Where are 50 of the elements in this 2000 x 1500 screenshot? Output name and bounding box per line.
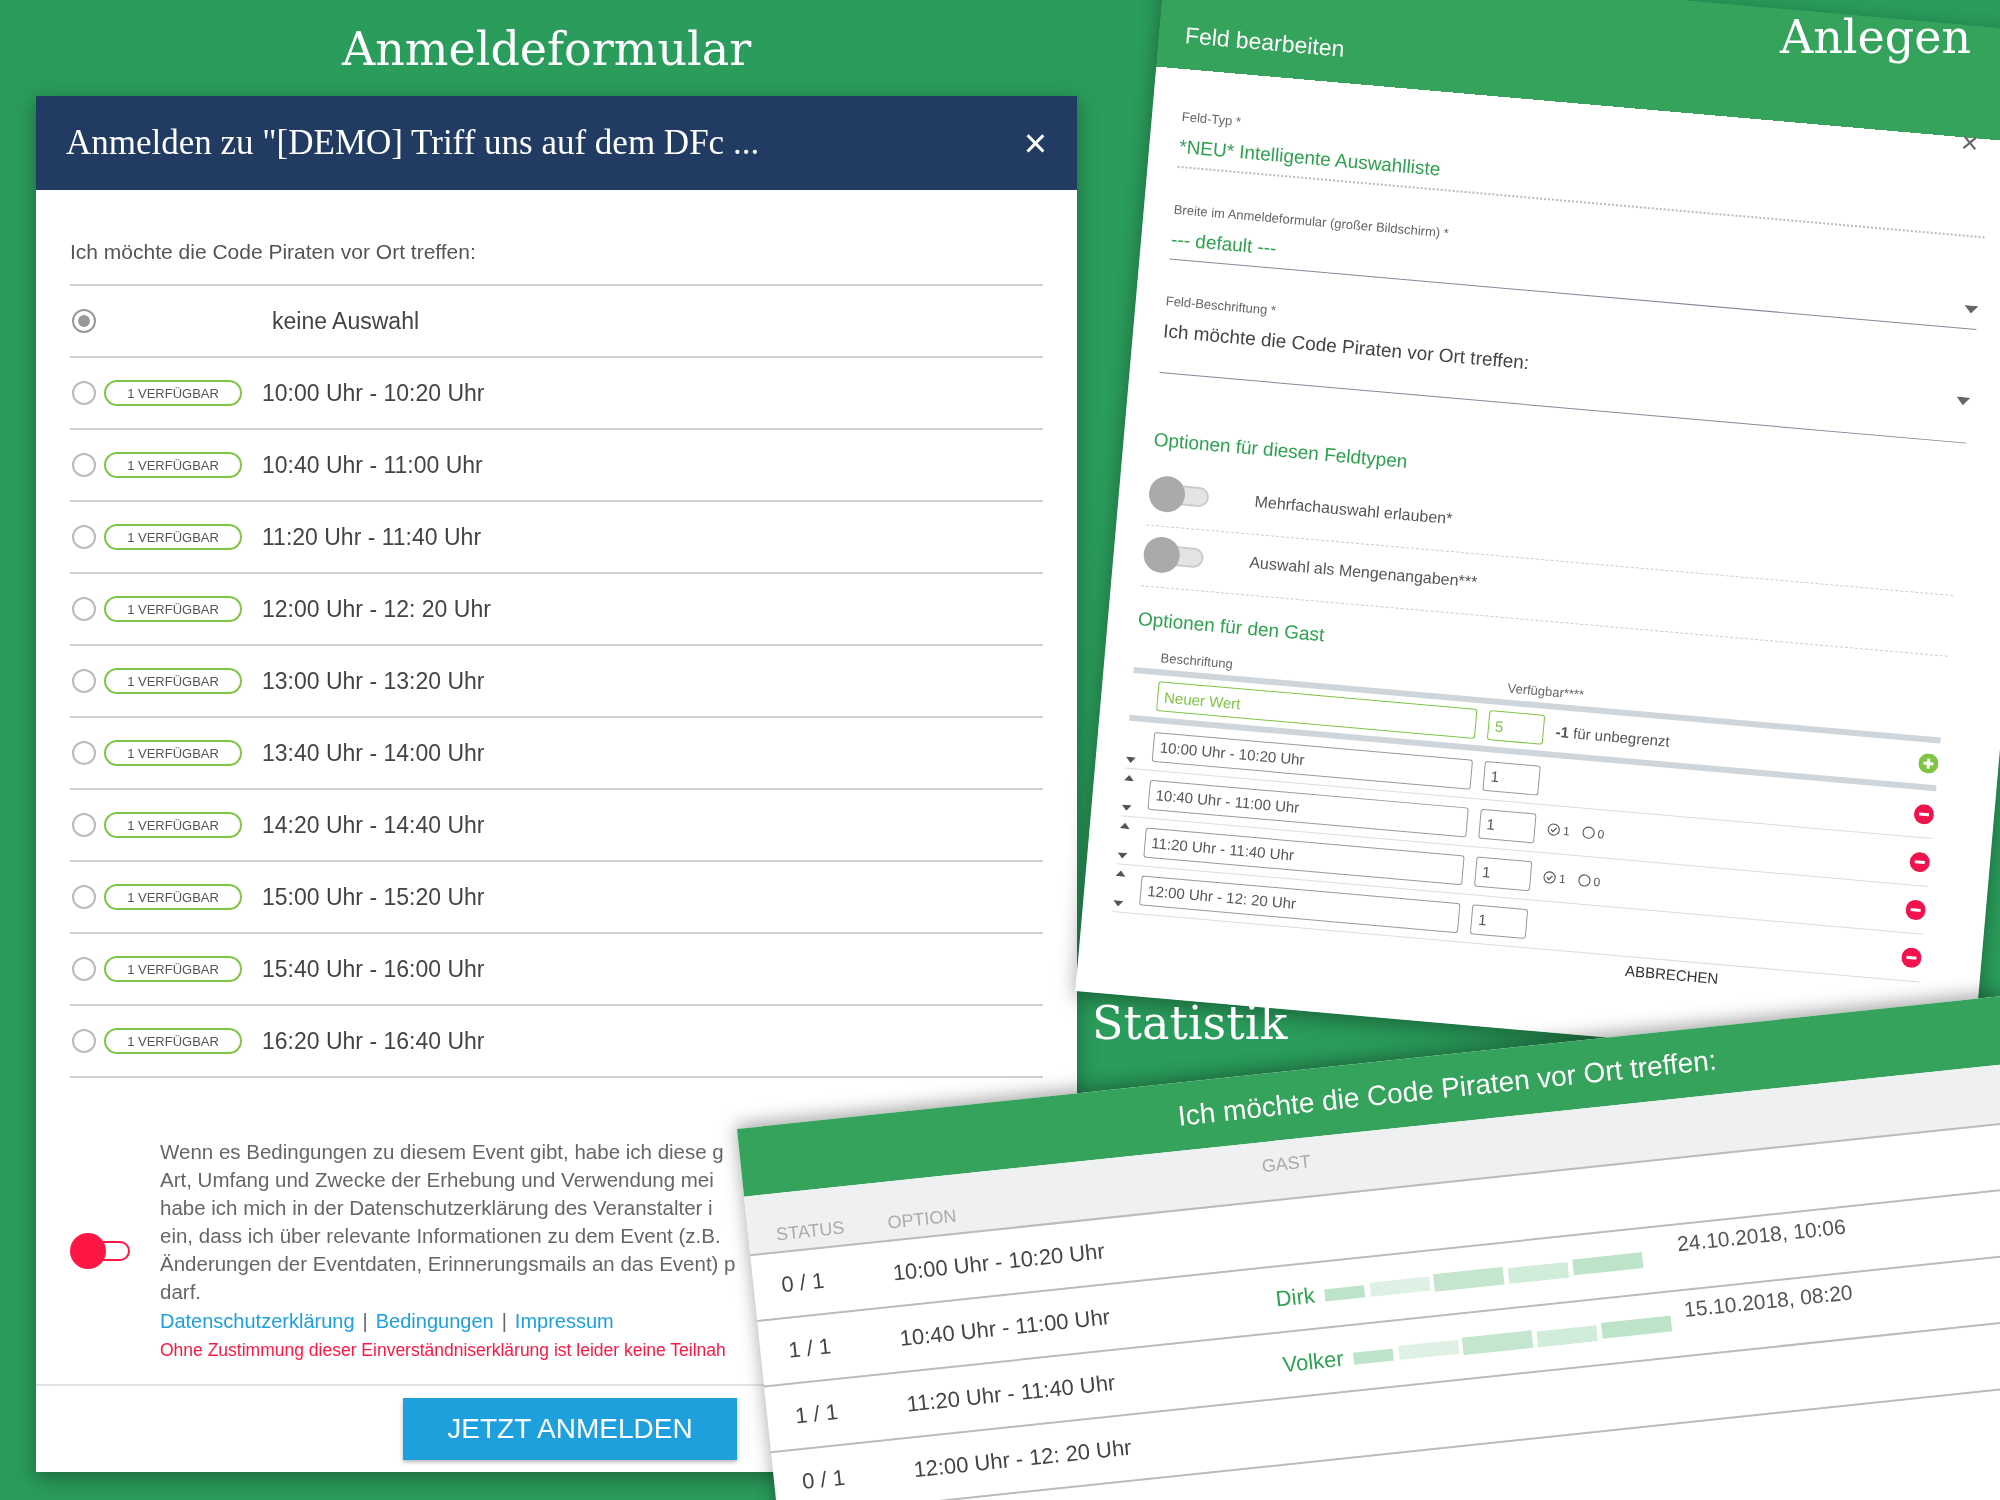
column-header: STATUS: [774, 1216, 847, 1247]
consent-text: Änderungen der Eventdaten, Erinnerungsmails an das Event) p: [160, 1251, 736, 1277]
availability-badge: 1 VERFÜGBAR: [104, 884, 242, 910]
consent-text: Art, Umfang und Zwecke der Erhebung und Verwendung mei: [160, 1167, 715, 1193]
table-cell-text: 0 / 1: [799, 1463, 848, 1497]
toggle-label: Auswahl als Mengenangaben***: [1248, 553, 1478, 592]
field-label: Feld-Typ *: [1181, 109, 1242, 130]
column-header: Beschriftung: [1160, 650, 1234, 672]
hint-text: -1 für unbegrenzt: [1555, 722, 1671, 750]
consent-text: habe ich mich in der Datenschutzerklärung des Veranstalter i: [160, 1195, 714, 1221]
toggle-label: Mehrfachauswahl erlauben*: [1253, 492, 1454, 529]
availability-badge: 1 VERFÜGBAR: [104, 668, 242, 694]
availability-badge: 1 VERFÜGBAR: [104, 452, 242, 478]
section-title: Anlegen: [1780, 10, 1972, 64]
availability-badge: 1 VERFÜGBAR: [104, 740, 242, 766]
link-separator: |: [501, 1309, 507, 1334]
table-cell-text: 12:00 Uhr - 12: 20 Uhr: [912, 1433, 1134, 1484]
free-count: 0: [1592, 874, 1601, 889]
booked-count: 1: [1558, 871, 1567, 886]
table-cell-text: 1 / 1: [786, 1332, 834, 1365]
column-header: GAST: [1260, 1150, 1313, 1178]
consent-text: Wenn es Bedingungen zu diesem Event gibt, habe ich diese g: [160, 1139, 725, 1165]
field-label: Feld-Beschriftung *: [1165, 293, 1277, 318]
table-cell-text: 11:20 Uhr - 11:40 Uhr: [905, 1368, 1118, 1418]
table-cell-text: 10:00 Uhr - 10:20 Uhr: [891, 1237, 1107, 1287]
free-count: 0: [1597, 826, 1606, 842]
table-cell-text: 1 / 1: [793, 1398, 841, 1431]
availability-badge: 1 VERFÜGBAR: [104, 812, 242, 838]
table-cell: 15.10.2018, 08:20: [1682, 1280, 1854, 1322]
dialog-title: Anmelden zu "[DEMO] Triff uns auf dem DFc ...: [66, 123, 760, 163]
availability-badge: 1 VERFÜGBAR: [104, 956, 242, 982]
consent-text: ein, dass ich über relevante Informationen zu dem Event (z.B.: [160, 1223, 722, 1249]
table-cell-text: 0 / 1: [779, 1266, 827, 1300]
section-heading: Optionen für diesen Feldtypen: [1152, 428, 1409, 473]
warning-text: Ohne Zustimmung dieser Einverständniserklärung ist leider keine Teilnah: [160, 1339, 727, 1362]
section-title: Anmeldeformular: [342, 22, 752, 76]
table-cell: 24.10.2018, 10:06: [1675, 1214, 1847, 1257]
section-heading: Optionen für den Gast: [1137, 608, 1326, 647]
question-label: Ich möchte die Code Piraten vor Ort treffen:: [70, 240, 1043, 286]
dialog-title: Feld bearbeiten: [1183, 22, 1346, 63]
consent-text: darf.: [160, 1279, 203, 1305]
table-cell-text: 10:40 Uhr - 11:00 Uhr: [898, 1303, 1113, 1353]
column-header: Verfügbar****: [1507, 680, 1585, 703]
booked-count: 1: [1562, 823, 1571, 838]
column-header: OPTION: [886, 1204, 959, 1234]
availability-badge: 1 VERFÜGBAR: [104, 524, 242, 550]
link-separator: |: [362, 1309, 368, 1334]
availability-badge: 1 VERFÜGBAR: [104, 596, 242, 622]
availability-badge: 1 VERFÜGBAR: [104, 1028, 242, 1054]
availability-badge: 1 VERFÜGBAR: [104, 380, 242, 406]
